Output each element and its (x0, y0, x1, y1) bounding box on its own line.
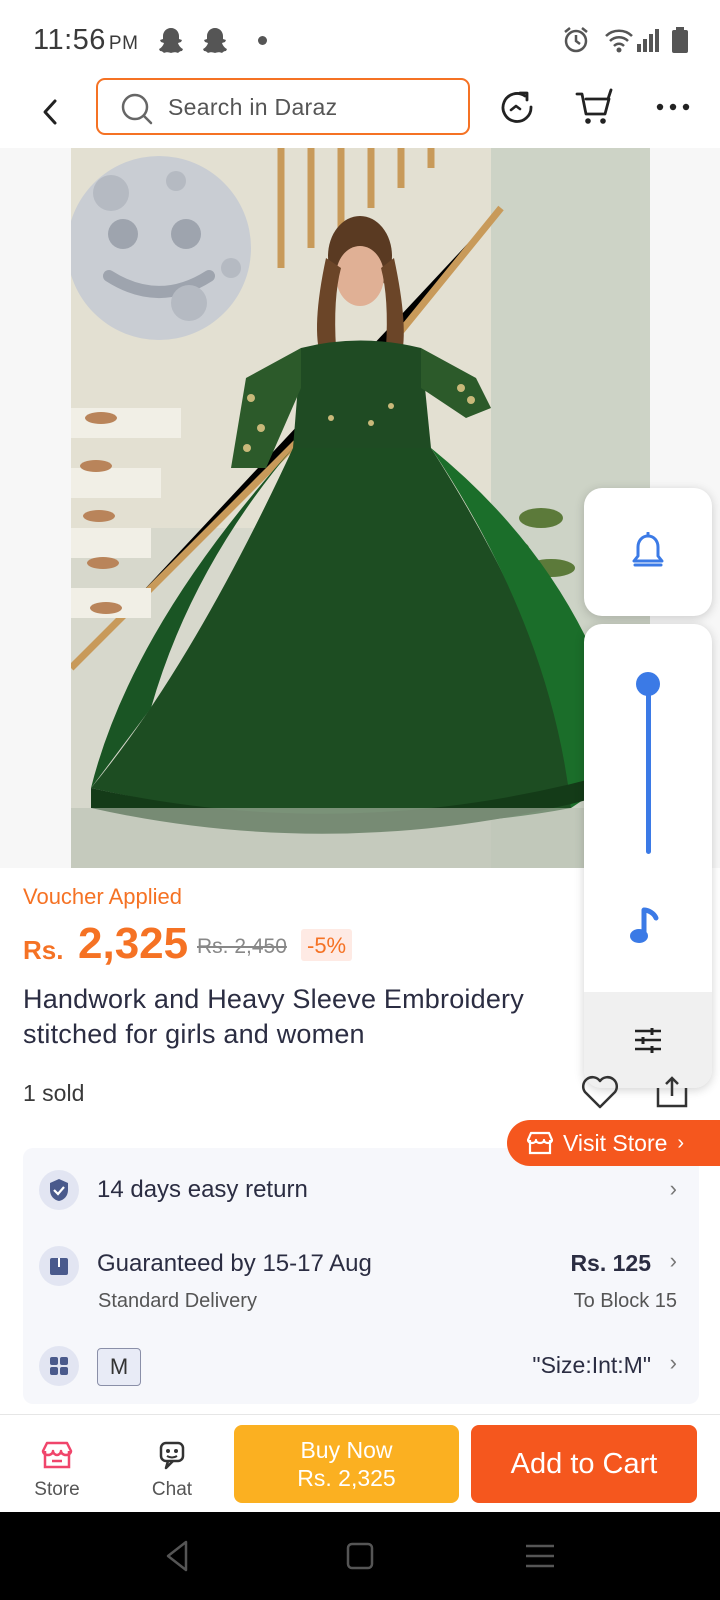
snapchat-ghost-icon (159, 28, 183, 53)
store-icon (527, 1131, 553, 1155)
store-icon (41, 1441, 73, 1469)
delivery-fee: Rs. 125 (570, 1250, 651, 1276)
variant-grid-icon (39, 1346, 79, 1386)
buy-now-button[interactable]: Buy Now Rs. 2,325 (234, 1425, 459, 1503)
product-image[interactable] (71, 148, 650, 868)
bottom-action-bar: Store Chat Buy Now Rs. 2,325 Add to Cart (0, 1414, 720, 1512)
chat-label: Chat (151, 1479, 193, 1500)
wifi-icon (605, 29, 633, 53)
floating-bell-button[interactable] (584, 488, 712, 616)
system-home-icon[interactable] (342, 1538, 378, 1574)
visit-store-label: Visit Store (563, 1129, 668, 1156)
status-time-value: 11:56 (33, 24, 106, 56)
music-note-icon[interactable] (628, 904, 668, 948)
search-input[interactable]: Search in Daraz (96, 78, 470, 135)
system-menu-icon[interactable] (522, 1538, 558, 1574)
history-button[interactable] (494, 84, 540, 130)
cart-button[interactable] (572, 84, 618, 130)
product-title: Handwork and Heavy Sleeve Embroidery sti… (23, 984, 524, 1049)
more-button[interactable] (650, 84, 696, 130)
status-bar: 11:56 PM (0, 0, 720, 78)
delivery-type-text: Standard Delivery (98, 1290, 257, 1312)
share-icon[interactable] (654, 1074, 690, 1110)
delivery-location: To Block 15 (573, 1290, 677, 1312)
volume-slider-track[interactable] (646, 682, 651, 854)
chevron-right-icon[interactable]: › (670, 1350, 677, 1376)
snapchat-ghost-icon (203, 28, 227, 53)
search-placeholder: Search in Daraz (168, 94, 338, 120)
system-navigation-bar (0, 1512, 720, 1600)
equalizer-icon (635, 1028, 661, 1053)
add-to-cart-label: Add to Cart (510, 1447, 658, 1480)
buy-now-price: Rs. 2,325 (297, 1465, 396, 1491)
volume-slider-knob[interactable] (636, 672, 660, 696)
chevron-right-icon[interactable]: › (670, 1176, 677, 1202)
discount-badge: -5% (301, 929, 353, 961)
history-icon (501, 91, 533, 123)
return-policy-text: 14 days easy return (97, 1176, 308, 1203)
status-ampm: PM (108, 33, 139, 54)
services-card: 14 days easy return › Guaranteed by 15-1… (23, 1148, 699, 1404)
sold-count: 1 sold (23, 1080, 85, 1106)
price-current: 2,325 (78, 919, 189, 968)
chevron-right-icon: › (677, 1131, 685, 1154)
signal-icon (637, 29, 659, 52)
chat-icon (159, 1441, 185, 1470)
store-label: Store (34, 1479, 80, 1500)
wishlist-heart-icon[interactable] (580, 1074, 620, 1110)
back-icon (43, 99, 57, 125)
chevron-right-icon[interactable]: › (670, 1248, 677, 1274)
search-icon (121, 93, 153, 125)
size-chip[interactable]: M (97, 1348, 141, 1386)
voucher-applied-label: Voucher Applied (23, 884, 183, 909)
selected-size-value: "Size:Int:M" (532, 1352, 651, 1378)
bell-icon (632, 532, 664, 567)
price-currency: Rs. (23, 935, 64, 965)
status-time: 11:56 PM (33, 24, 138, 57)
system-back-icon[interactable] (160, 1538, 196, 1574)
notification-dot-icon (258, 36, 267, 45)
floating-media-panel (584, 624, 712, 1088)
buy-now-label: Buy Now (300, 1437, 393, 1463)
top-navigation: Search in Daraz (0, 78, 720, 148)
delivery-guarantee-text: Guaranteed by 15-17 Aug (97, 1250, 372, 1277)
back-button[interactable] (30, 88, 70, 136)
price-original: Rs. 2,450 (197, 935, 287, 958)
cart-icon (575, 88, 613, 124)
more-icon (656, 103, 690, 111)
store-tab[interactable]: Store (12, 1415, 102, 1513)
delivery-box-icon (39, 1246, 79, 1286)
visit-store-button[interactable]: Visit Store › (507, 1120, 720, 1166)
alarm-icon (564, 27, 588, 53)
return-shield-icon (39, 1170, 79, 1210)
battery-icon (672, 27, 688, 53)
add-to-cart-button[interactable]: Add to Cart (471, 1425, 697, 1503)
chat-tab[interactable]: Chat (127, 1415, 217, 1513)
